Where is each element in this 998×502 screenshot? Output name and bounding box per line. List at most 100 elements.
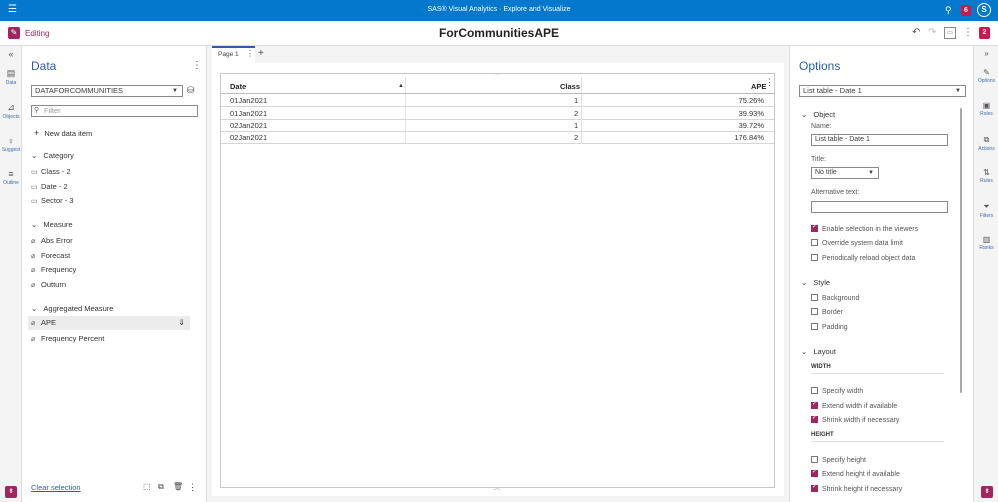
title-select[interactable]: No title ▼ <box>811 167 879 179</box>
app-title: SAS® Visual Analytics · Explore and Visu… <box>427 6 571 13</box>
section-object[interactable]: ⌄ Object <box>801 110 835 119</box>
pin-icon[interactable]: ⇟ <box>5 486 17 498</box>
list-table[interactable]: Date ▲ Class APE ⋮ 01Jan2021 1 75.26% 01… <box>220 73 775 488</box>
filter-input[interactable]: ⚲ Filter <box>31 105 198 117</box>
duplicate-icon[interactable]: ⧉ <box>158 482 164 492</box>
cylinder-icon: ▤ <box>6 68 16 78</box>
rail-label: Data <box>5 80 17 86</box>
column-header-date[interactable]: Date <box>230 82 246 91</box>
data-source-select[interactable]: DATAFORCOMMUNITIES ▼ <box>31 85 183 97</box>
column-divider <box>405 77 406 143</box>
alt-text-field[interactable] <box>811 201 948 213</box>
checkbox-extend-height[interactable]: Extend height if available <box>811 468 900 478</box>
chart-icon: ⊿ <box>7 102 15 112</box>
checkbox-label: Background <box>822 295 860 302</box>
edit-bar: ✎ Editing ForCommunitiesAPE ↶ ↷ ▭ ⋮ 2 <box>0 21 998 46</box>
item-label: Date - 2 <box>41 182 68 191</box>
trash-icon[interactable]: 🗑 <box>173 482 183 491</box>
list-item[interactable]: ▭ Class - 2 <box>31 167 71 176</box>
object-select[interactable]: List table - Date 1 ▼ <box>799 85 966 97</box>
redo-icon[interactable]: ↷ <box>928 27 936 38</box>
rail-item-actions[interactable]: ⧉ Actions <box>974 135 998 152</box>
pin-icon[interactable]: ⇟ <box>981 486 993 498</box>
expand-down-icon[interactable]: ⇓ <box>178 316 185 330</box>
checkbox-border[interactable]: Border <box>811 308 843 316</box>
list-item[interactable]: ⌀ Frequency Percent <box>31 334 104 343</box>
more-options-icon[interactable]: ⋮ <box>188 482 197 493</box>
group-aggregated-measure[interactable]: ⌄ Aggregated Measure <box>31 304 113 313</box>
select-icon[interactable]: ⬚ <box>143 482 151 491</box>
rail-item-options[interactable]: ✎ Options <box>974 68 998 84</box>
actions-icon: ⧉ <box>983 135 990 144</box>
collapse-left-icon[interactable]: « <box>0 49 22 60</box>
search-icon[interactable]: ⚲ <box>945 5 952 16</box>
group-label: Aggregated Measure <box>43 304 114 313</box>
section-layout[interactable]: ⌄ Layout <box>801 347 836 356</box>
checkbox-shrink-height[interactable]: Shrink height if necessary <box>811 483 902 493</box>
notifications-badge[interactable]: 6 <box>961 5 971 16</box>
group-measure[interactable]: ⌄ Measure <box>31 220 73 229</box>
new-data-item-button[interactable]: + New data item <box>34 128 92 138</box>
list-item[interactable]: ⌀ Forecast <box>31 251 70 260</box>
rail-item-ranks[interactable]: ▥ Ranks <box>974 235 998 251</box>
rail-item-objects[interactable]: ⊿ Objects <box>0 102 22 120</box>
resize-handle-icon[interactable]: ⌒ <box>494 487 500 496</box>
list-item[interactable]: ▭ Sector - 3 <box>31 196 74 205</box>
table-menu-icon[interactable]: ⋮ <box>765 77 774 88</box>
list-item[interactable]: ⌀ Frequency <box>31 265 76 274</box>
rail-item-outline[interactable]: ≡ Outline <box>0 169 22 186</box>
cell-ape: 176.84% <box>734 133 764 142</box>
height-heading: HEIGHT <box>811 432 944 442</box>
rail-item-data[interactable]: ▤ Data <box>0 68 22 86</box>
undo-icon[interactable]: ↶ <box>912 27 920 38</box>
data-source-settings-icon[interactable]: ⛁ <box>187 85 195 96</box>
checkbox-background[interactable]: Background <box>811 294 859 302</box>
rail-item-roles[interactable]: ▣ Roles <box>974 101 998 117</box>
clear-selection-link[interactable]: Clear selection <box>31 483 81 492</box>
view-mode-icon[interactable]: ▭ <box>944 27 956 39</box>
checkbox-label: Padding <box>822 324 848 331</box>
rail-item-rules[interactable]: ⇅ Rules <box>974 168 998 184</box>
measure-icon: ⌀ <box>31 238 36 245</box>
checkbox-specify-width[interactable]: Specify width <box>811 387 863 395</box>
collapse-right-icon[interactable]: » <box>974 49 998 59</box>
sort-ascending-icon[interactable]: ▲ <box>398 83 404 89</box>
chevron-down-icon: ⌄ <box>801 110 808 119</box>
group-label: Category <box>43 151 74 160</box>
group-category[interactable]: ⌄ Category <box>31 151 74 160</box>
list-item-selected[interactable]: ⌀ APE ⇓ <box>28 316 190 330</box>
ranks-icon: ▥ <box>982 235 991 244</box>
checkbox-label: Shrink width if necessary <box>822 417 900 424</box>
rail-label: Suggest <box>1 147 21 153</box>
checkbox-padding[interactable]: Padding <box>811 323 848 331</box>
checkbox-specify-height[interactable]: Specify height <box>811 456 866 464</box>
right-rail: » ✎ Options ▣ Roles ⧉ Actions ⇅ Rules ⏷ … <box>973 46 998 502</box>
name-field[interactable]: List table - Date 1 <box>811 134 948 146</box>
list-item[interactable]: ⌀ Abs Error <box>31 236 73 245</box>
rail-item-filters[interactable]: ⏷ Filters <box>974 202 998 219</box>
checkbox-override-limit[interactable]: Override system data limit <box>811 239 903 247</box>
checkbox-unchecked <box>811 239 818 246</box>
checkbox-extend-width[interactable]: Extend width if available <box>811 400 897 410</box>
header-divider <box>221 93 774 94</box>
data-menu-icon[interactable]: ⋮ <box>192 60 202 71</box>
alerts-badge[interactable]: 2 <box>979 27 990 39</box>
rail-item-suggest[interactable]: ♀ Suggest <box>0 136 22 153</box>
add-page-button[interactable]: + <box>258 48 264 59</box>
options-title: Options <box>799 59 841 73</box>
item-label: Outturn <box>41 280 67 289</box>
list-item[interactable]: ⌀ Outturn <box>31 280 66 289</box>
checkbox-periodic-reload[interactable]: Periodically reload object data <box>811 254 915 262</box>
title-select-value: No title <box>815 169 837 176</box>
list-item[interactable]: ▭ Date - 2 <box>31 182 68 191</box>
checkbox-enable-selection[interactable]: Enable selection in the viewers <box>811 223 918 233</box>
section-style[interactable]: ⌄ Style <box>801 278 830 287</box>
options-scrollbar[interactable] <box>960 108 962 393</box>
checkbox-shrink-width[interactable]: Shrink width if necessary <box>811 414 900 424</box>
more-options-icon[interactable]: ⋮ <box>963 27 973 38</box>
page-menu-icon[interactable]: ⋮ <box>246 49 254 58</box>
column-header-class[interactable]: Class <box>560 82 580 91</box>
report-canvas[interactable]: ⋯ Date ▲ Class APE ⋮ 01Jan2021 1 75.26% … <box>212 63 784 496</box>
left-rail: « ▤ Data ⊿ Objects ♀ Suggest ≡ Outline ⇟ <box>0 46 22 502</box>
avatar[interactable]: S <box>977 3 991 17</box>
